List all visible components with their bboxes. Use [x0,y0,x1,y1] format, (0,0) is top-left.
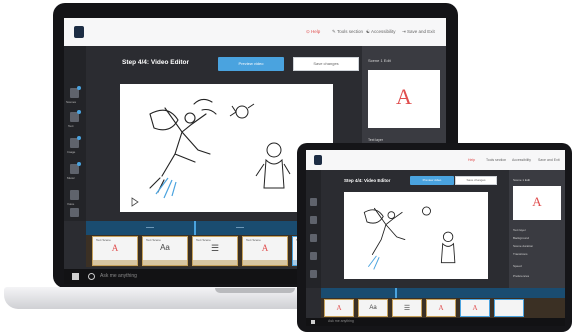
scene-card[interactable]: Text Scene A Keyword [92,236,138,274]
card-text-icon: Aa [369,305,377,311]
laptop-notch [215,288,295,293]
tablet-edit-panel: Scene 1 Edit A Text layer Background Sce… [509,170,565,288]
top-nav-bar: ⊙ Help ✎ Tools section ☯ Accessibility ⇥… [64,18,446,46]
tablet-nav-help[interactable]: Help [468,158,475,162]
taskbar-search[interactable]: Ask me anything [100,273,137,279]
tablet-nav-accessibility[interactable]: Accessibility [512,158,531,162]
scenes-badge [77,86,81,90]
timeline-tick [146,227,154,228]
panel-item[interactable]: Scene duration [513,244,533,248]
scenes-icon[interactable] [310,198,317,206]
timeline-playhead[interactable] [194,221,196,235]
voice-icon[interactable] [70,190,79,200]
tablet-scene-card[interactable]: A [324,299,354,317]
music-icon[interactable] [310,252,317,260]
card-letter-icon: A [111,243,119,253]
scene-card[interactable]: Text Scene ☰ Keyword [192,236,238,274]
nav-help[interactable]: ⊙ Help [306,29,320,35]
tablet-scene-thumbnail[interactable]: A [513,186,561,220]
tablet-taskbar-search[interactable]: Ask me anything [328,319,354,323]
tablet-thumb-letter: A [532,194,542,209]
tablet-scene-card[interactable]: ☰ [392,299,422,317]
tablet-video-canvas[interactable] [344,192,488,279]
tablet-timeline-ruler[interactable] [321,288,565,298]
image-icon[interactable] [310,234,317,242]
tablet-scene-card-selected[interactable]: A [460,299,490,317]
scene-thumbnail[interactable]: A [368,70,440,128]
save-changes-button[interactable]: Save changes [293,57,359,71]
tablet-os-taskbar: Ask me anything [306,318,565,326]
sidebar-label-image: Image [67,150,76,154]
tablet-panel-title: Scene 1 Edit [513,178,531,182]
panel-item[interactable]: Preferences [513,274,529,278]
card-footer: Keyword [93,260,137,274]
card-letter-icon: A [472,304,478,312]
preview-video-button[interactable]: Preview video [218,57,284,71]
card-letter-icon: A [438,304,444,312]
windows-start-icon[interactable] [72,273,79,280]
tablet-app-logo[interactable] [314,155,322,165]
scene-card[interactable]: Text Scene Aa Keyword [142,236,188,274]
timeline-tick [236,227,244,228]
tablet-nav-save-exit[interactable]: Save and Exit [538,158,560,162]
tablet-windows-start-icon[interactable] [311,320,315,324]
image-badge [77,136,81,140]
panel-item[interactable]: Text layer [513,228,526,232]
sidebar-label-scenes: Scenes [66,100,77,104]
panel-item[interactable]: Transitions [513,252,528,256]
tool-sidebar: Scenes Text Image Music Voice [64,46,86,221]
music-badge [77,162,81,166]
cortana-icon[interactable] [88,273,95,280]
sidebar-label-voice: Voice [67,202,75,206]
sidebar-label-music: Music [67,176,75,180]
panel-item[interactable]: Speed [513,264,522,268]
panel-item-text-layer[interactable]: Text layer [368,138,383,142]
tablet-scene-card[interactable]: A [426,299,456,317]
list-icon: ☰ [403,305,411,312]
tablet-top-nav-bar: Help Tools section Accessibility Save an… [306,150,565,170]
tablet-page-title: Step 4/4: Video Editor [344,178,391,183]
tablet-whiteboard-illustration [363,206,456,270]
sidebar-label-text: Text [68,124,74,128]
app-logo[interactable] [74,26,84,38]
tablet-nav-tools[interactable]: Tools section [486,158,506,162]
tablet-scene-card[interactable]: Aa [358,299,388,317]
panel-title: Scene 1 Edit [368,58,391,63]
tablet-save-button[interactable]: Save changes [455,176,497,185]
tablet-tool-sidebar [306,170,321,288]
tablet-scene-card[interactable] [494,299,524,317]
tablet-timeline-playhead[interactable] [395,288,397,298]
nav-tools[interactable]: ✎ Tools section [332,29,363,35]
list-icon: ☰ [210,243,220,253]
card-letter-icon: A [261,243,269,253]
text-badge [77,110,81,114]
text-icon[interactable] [310,216,317,224]
card-text-icon: Aa [160,243,170,252]
scene-card[interactable]: Text Scene A Keyword [242,236,288,274]
backgrounds-icon[interactable] [70,208,79,217]
page-title: Step 4/4: Video Editor [122,59,190,66]
thumb-letter: A [396,84,412,109]
card-letter-icon: A [336,304,342,312]
voice-icon[interactable] [310,270,317,278]
nav-save-exit[interactable]: ⇥ Save and Exit [402,29,435,35]
tablet-preview-button[interactable]: Preview video [410,176,454,185]
card-footer: Keyword [193,260,237,274]
tablet-screen: Help Tools section Accessibility Save an… [306,150,565,326]
card-footer: Keyword [243,260,287,274]
panel-item[interactable]: Background [513,236,529,240]
card-footer: Keyword [143,260,187,274]
nav-accessibility[interactable]: ☯ Accessibility [366,29,396,35]
